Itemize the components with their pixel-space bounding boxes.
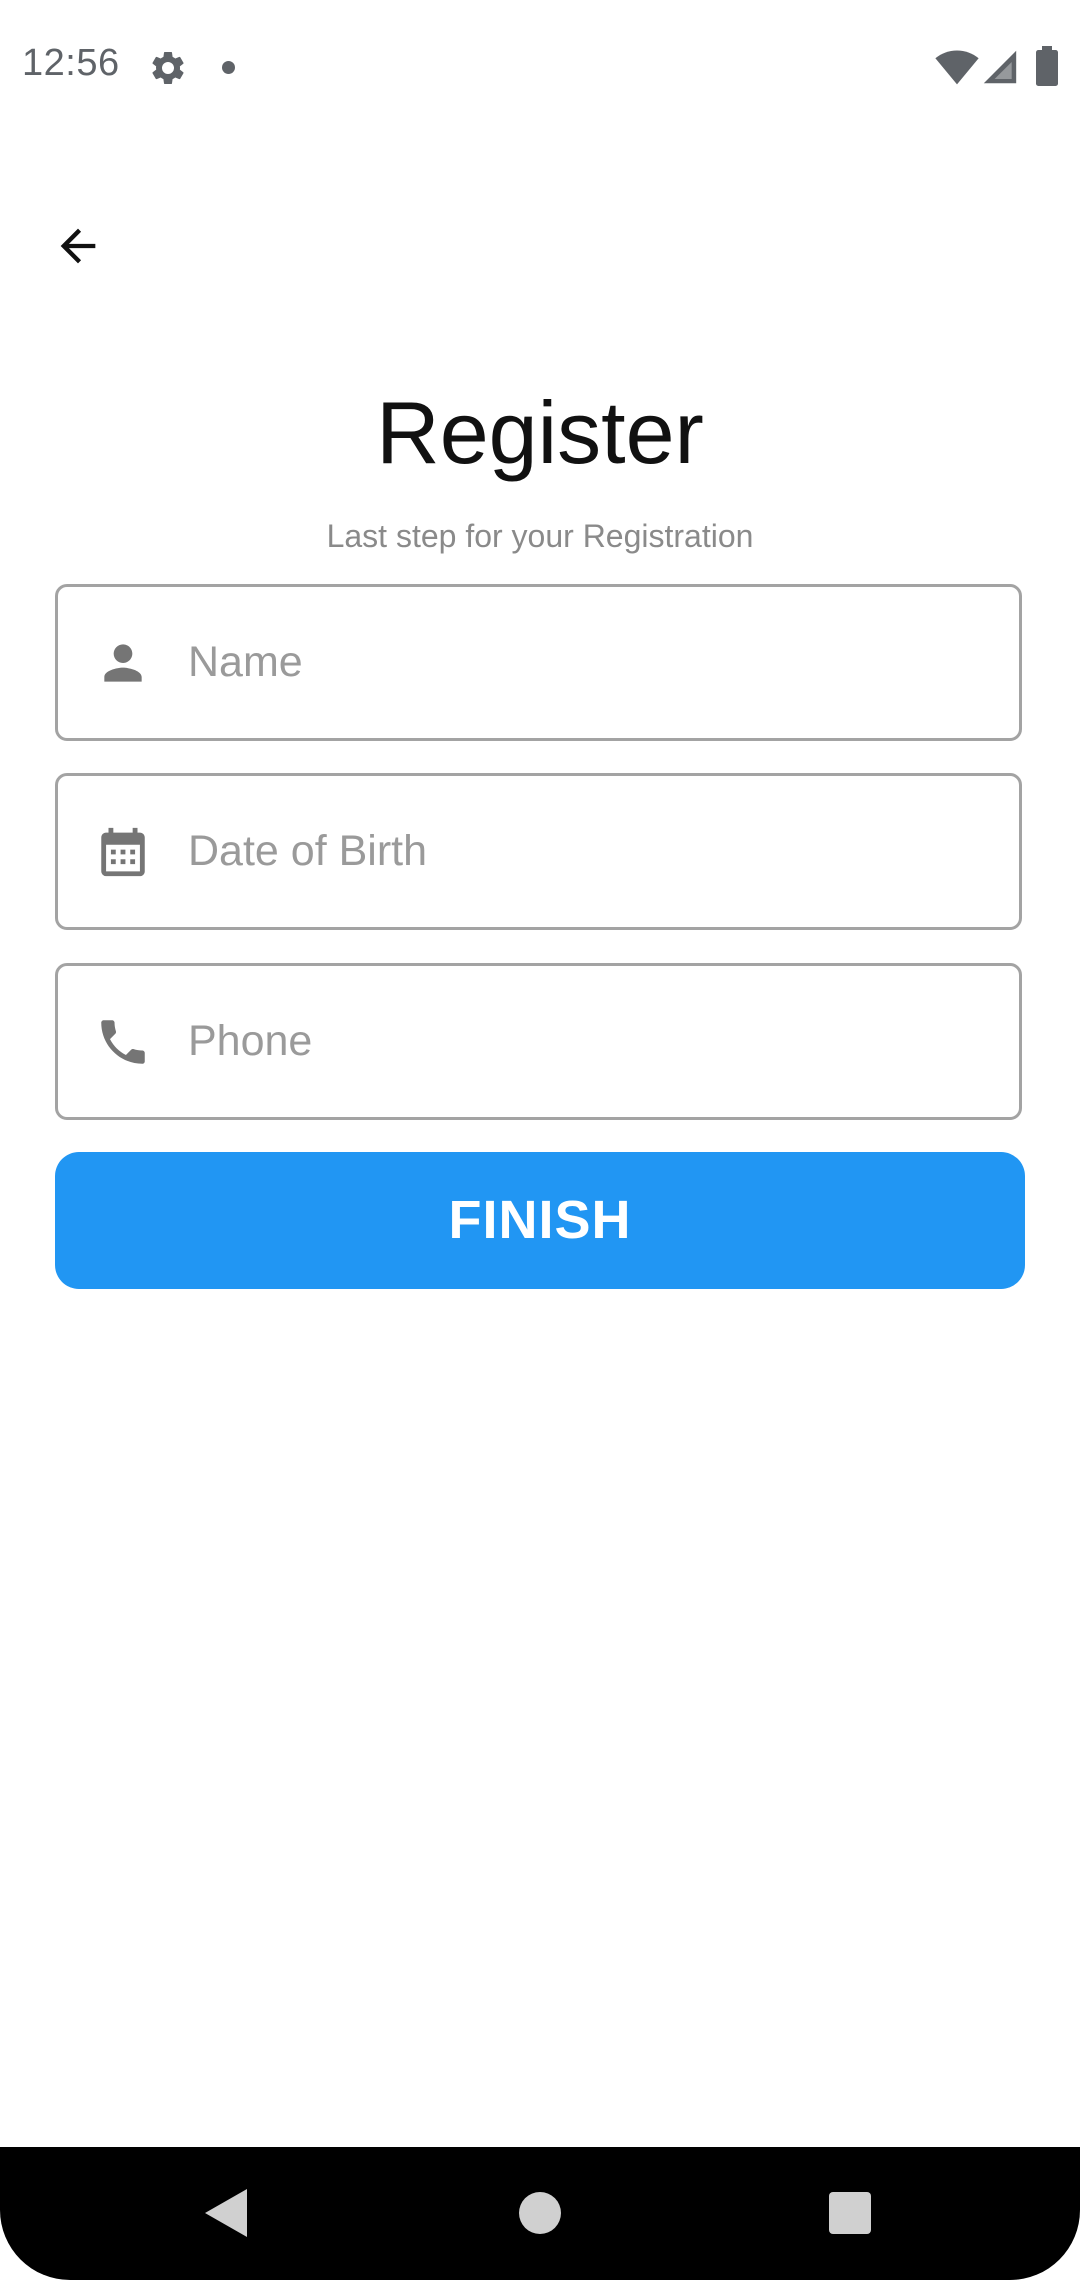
phone-field[interactable]: [55, 963, 1022, 1120]
name-field[interactable]: [55, 584, 1022, 741]
nav-home-icon[interactable]: [519, 2192, 561, 2234]
status-bar: 12:56: [0, 0, 1080, 135]
back-button[interactable]: [38, 206, 118, 286]
status-time: 12:56: [22, 42, 120, 84]
finish-button[interactable]: FINISH: [55, 1152, 1025, 1289]
arrow-left-icon: [60, 228, 96, 264]
person-icon: [94, 634, 152, 692]
name-input[interactable]: [188, 587, 998, 738]
notification-dot-icon: [222, 61, 235, 74]
calendar-icon: [94, 823, 152, 881]
date-of-birth-field[interactable]: [55, 773, 1022, 930]
date-of-birth-input[interactable]: [188, 776, 998, 927]
phone-icon: [94, 1013, 152, 1071]
gear-icon: [152, 51, 184, 84]
wifi-icon: [935, 50, 979, 85]
nav-recents-icon[interactable]: [829, 2192, 871, 2234]
page-subtitle: Last step for your Registration: [326, 518, 754, 554]
page-title: Register: [376, 383, 704, 482]
phone-input[interactable]: [188, 966, 998, 1117]
system-navigation-bar: [0, 2147, 1080, 2280]
register-screen: 12:56 Register Last step for your Regist…: [0, 0, 1080, 2280]
battery-icon: [1036, 46, 1058, 86]
nav-back-icon[interactable]: [205, 2189, 247, 2237]
signal-icon: [983, 50, 1017, 84]
